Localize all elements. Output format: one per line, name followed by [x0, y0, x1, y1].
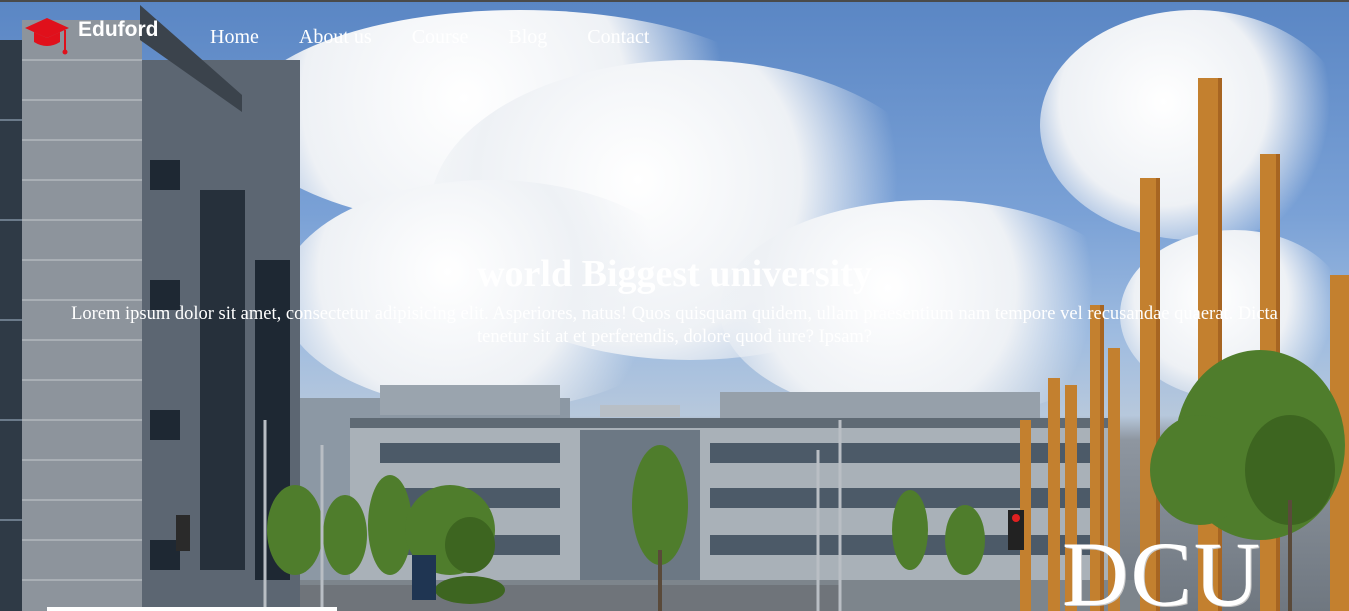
- nav-item-blog[interactable]: Blog: [508, 26, 547, 49]
- navbar: Eduford Home About us Course Blog Contac…: [0, 0, 1349, 70]
- nav-item-course[interactable]: Course: [412, 26, 469, 49]
- hero-section: DCU world Biggest university Lorem ipsum…: [0, 0, 1349, 611]
- nav-item-about-us[interactable]: About us: [299, 26, 372, 49]
- brand-name: Eduford: [78, 18, 159, 41]
- bottom-bar: [47, 607, 337, 611]
- nav-item-home[interactable]: Home: [210, 26, 259, 49]
- hero-title: world Biggest university: [477, 253, 872, 295]
- nav-item-contact[interactable]: Contact: [587, 26, 649, 49]
- brand-logo[interactable]: Eduford: [24, 16, 158, 56]
- nav-menu: Home About us Course Blog Contact: [210, 26, 649, 49]
- graduation-cap-icon: [25, 18, 69, 55]
- dcu-sign: DCU: [1062, 523, 1263, 611]
- hero-description: Lorem ipsum dolor sit amet, consectetur …: [71, 304, 1278, 347]
